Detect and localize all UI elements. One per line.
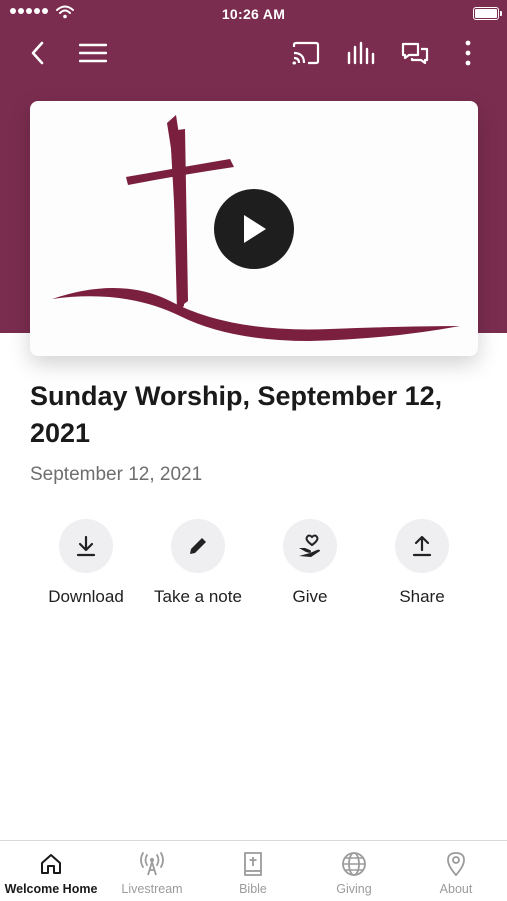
tab-bible[interactable]: Bible — [202, 841, 304, 901]
status-bar: 10:26 AM — [0, 0, 507, 28]
tab-label: About — [439, 882, 473, 896]
more-options-button[interactable] — [451, 36, 485, 70]
sermon-date: September 12, 2021 — [30, 464, 203, 485]
heart-hand-icon — [299, 534, 320, 557]
play-icon — [244, 215, 266, 243]
tab-livestream[interactable]: Livestream — [101, 841, 203, 901]
pencil-icon — [190, 538, 206, 554]
take-note-circle — [171, 519, 225, 573]
take-note-button[interactable]: Take a note — [138, 519, 258, 607]
give-circle — [283, 519, 337, 573]
bible-icon — [244, 852, 262, 876]
tab-label: Bible — [239, 882, 267, 896]
home-icon — [41, 854, 61, 874]
more-vertical-icon — [465, 40, 471, 66]
audio-bars-icon — [347, 41, 375, 65]
share-label: Share — [399, 587, 445, 606]
chat-bubbles-icon — [401, 42, 429, 65]
take-note-label: Take a note — [154, 587, 242, 606]
tab-giving[interactable]: Giving — [303, 841, 405, 901]
status-time: 10:26 AM — [221, 6, 286, 22]
hamburger-menu-icon — [79, 43, 107, 63]
broadcast-icon — [140, 852, 164, 876]
location-pin-icon — [447, 852, 465, 877]
share-circle — [395, 519, 449, 573]
chevron-left-icon — [31, 41, 44, 65]
globe-icon — [342, 852, 366, 876]
share-button[interactable]: Share — [362, 519, 482, 607]
tab-label: Livestream — [121, 882, 183, 896]
give-button[interactable]: Give — [250, 519, 370, 607]
tab-label: Giving — [336, 882, 372, 896]
download-circle — [59, 519, 113, 573]
cast-icon — [292, 41, 320, 65]
cast-button[interactable] — [289, 36, 323, 70]
chat-button[interactable] — [398, 36, 432, 70]
tab-label: Welcome Home — [4, 882, 98, 896]
play-button[interactable] — [214, 189, 294, 269]
battery-icon — [473, 7, 502, 20]
share-icon — [412, 535, 432, 557]
menu-button[interactable] — [76, 36, 110, 70]
download-label: Download — [48, 587, 124, 606]
download-button[interactable]: Download — [26, 519, 146, 607]
tab-about[interactable]: About — [405, 841, 507, 901]
download-icon — [76, 535, 96, 557]
back-button[interactable] — [21, 36, 55, 70]
audio-button[interactable] — [344, 36, 378, 70]
give-label: Give — [292, 587, 328, 606]
sermon-title: Sunday Worship, September 12, 2021 — [30, 381, 443, 448]
bottom-tab-bar: Welcome Home Livestream Bible Giving Abo… — [0, 840, 507, 901]
tab-welcome-home[interactable]: Welcome Home — [0, 841, 102, 901]
media-thumbnail[interactable] — [30, 101, 478, 356]
